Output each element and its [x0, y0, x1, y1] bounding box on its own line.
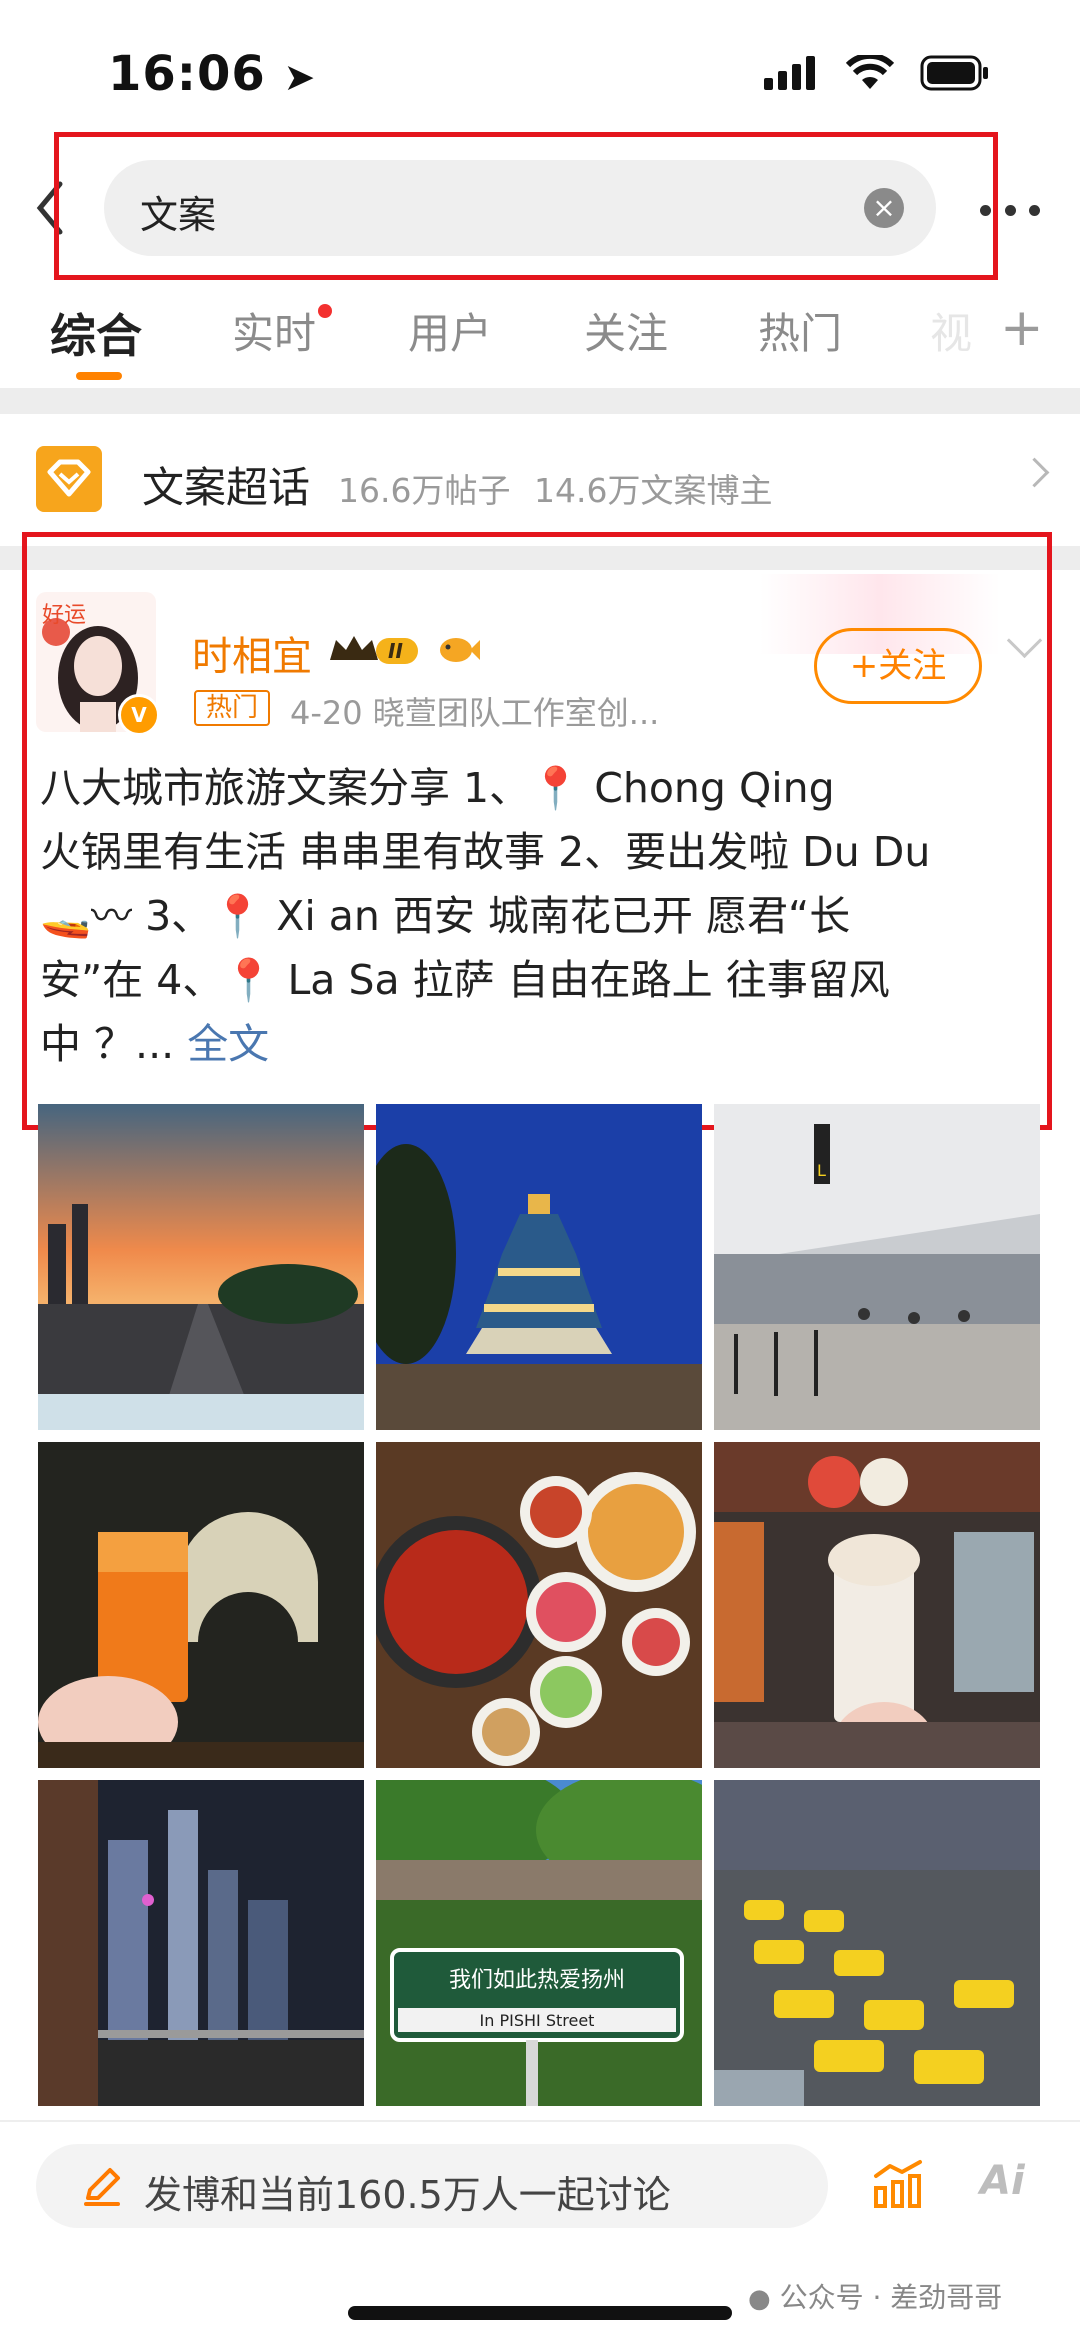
tab-hot[interactable]: 热门 — [758, 300, 842, 361]
photo-night-skyline[interactable] — [38, 1780, 364, 2106]
photo-drink-by-bridge[interactable] — [38, 1442, 364, 1768]
tab-realtime-dot — [318, 304, 332, 318]
chevron-right-icon[interactable] — [1019, 457, 1050, 488]
compose-input[interactable]: 发博和当前160.5万人一起讨论 — [36, 2144, 828, 2228]
photo-hotpot-table[interactable] — [376, 1442, 702, 1768]
divider — [0, 2120, 1080, 2122]
street-sign-text: 我们如此热爱扬州 — [449, 1968, 625, 1993]
status-time: 16:06 ➤ — [108, 46, 317, 102]
ai-icon[interactable]: Ai — [980, 2158, 1025, 2204]
super-topic-name[interactable]: 文案超话 — [142, 454, 310, 515]
tab-comprehensive[interactable]: 综合 — [50, 300, 142, 366]
battery-icon — [920, 55, 988, 91]
photo-milk-tea-street[interactable] — [714, 1442, 1040, 1768]
tab-more-faded[interactable]: 视 — [930, 300, 972, 361]
super-topic-icon — [36, 446, 102, 512]
add-tab-icon[interactable]: + — [1000, 298, 1044, 358]
tab-following[interactable]: 关注 — [584, 300, 668, 361]
location-arrow-icon: ➤ — [283, 55, 317, 99]
photo-yangzhou-street-sign[interactable]: 我们如此热爱扬州 In PISHI Street — [376, 1780, 702, 2106]
svg-text:L: L — [817, 1161, 826, 1180]
street-sign-sub: In PISHI Street — [480, 2011, 595, 2030]
tab-users[interactable]: 用户 — [408, 300, 492, 361]
super-topic-posts: 16.6万帖子 — [338, 471, 511, 510]
watermark: ● 公众号 · 差劲哥哥 — [748, 2281, 1003, 2314]
tab-realtime[interactable]: 实时 — [232, 300, 316, 361]
divider — [0, 388, 1080, 414]
wifi-icon — [846, 55, 894, 89]
status-icons — [764, 55, 990, 91]
cellular-signal-icon — [764, 56, 815, 90]
super-topic-bloggers: 14.6万文案博主 — [534, 471, 773, 510]
photo-taxi-queue[interactable] — [714, 1780, 1040, 2106]
wechat-icon: ● — [748, 2284, 771, 2314]
active-tab-indicator — [76, 372, 122, 380]
highlight-box-post — [22, 532, 1052, 1130]
photo-sunset-highway[interactable] — [38, 1104, 364, 1430]
compose-placeholder: 发博和当前160.5万人一起讨论 — [144, 2173, 671, 2217]
trend-chart-icon[interactable] — [872, 2158, 924, 2210]
home-indicator[interactable] — [348, 2306, 732, 2320]
photo-temple-of-heaven[interactable] — [376, 1104, 702, 1430]
pencil-icon — [84, 2168, 120, 2206]
photo-grid: L 我们如此热爱扬州 In PISHI Street — [38, 1104, 1042, 2106]
photo-railway-station[interactable]: L — [714, 1104, 1040, 1430]
highlight-box-search — [54, 132, 998, 280]
